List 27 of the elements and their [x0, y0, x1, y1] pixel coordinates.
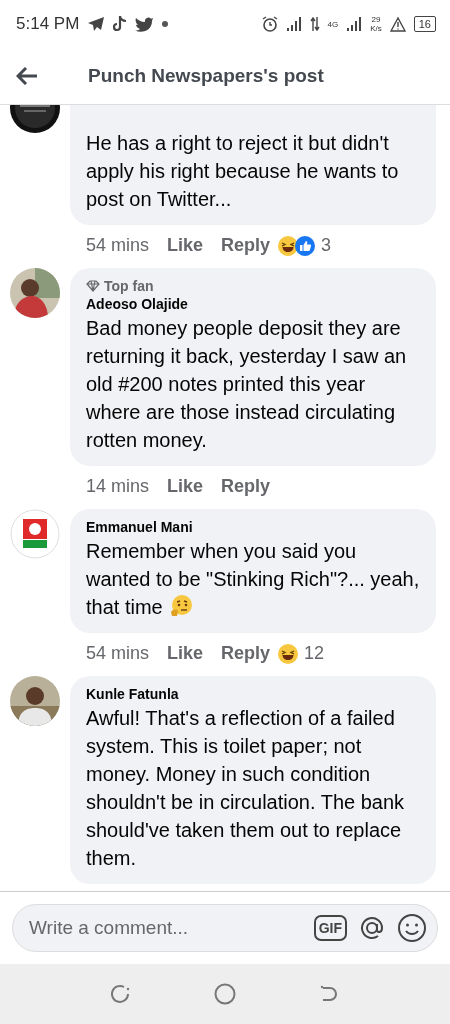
speed-value: 29	[371, 15, 381, 24]
reply-link[interactable]: Reply	[221, 643, 271, 664]
like-link[interactable]: Like	[167, 476, 204, 497]
comment-field[interactable]: Write a comment... GIF	[12, 904, 438, 952]
reaction-count: 12	[304, 643, 325, 664]
comment-text: Remember when you said you wanted to be "Stinking Rich"?... yeah, that time	[86, 540, 420, 618]
comment-text: Awful! That's a reflection of a failed system. This is toilet paper; not money. Money in such condition shouldn't be in circulation. The bank should've taken them out to replace them.	[86, 707, 405, 869]
status-time: 5:14 PM	[16, 14, 80, 34]
comment-author[interactable]: Emmanuel Mani	[86, 519, 420, 535]
comment-time: 54 mins	[86, 235, 150, 256]
comment-time: 14 mins	[86, 476, 150, 497]
comment-author[interactable]: Adeoso Olajide	[86, 296, 420, 312]
reply-link[interactable]: Reply	[221, 235, 271, 256]
like-link[interactable]: Like	[167, 643, 204, 664]
reaction-count: 3	[321, 235, 332, 256]
comment-time: 54 mins	[86, 643, 150, 664]
top-fan-label: Top fan	[104, 278, 154, 294]
like-link[interactable]: Like	[167, 235, 204, 256]
comment-text: He has a right to reject it but didn't apply his right because he wants to post on Twitter...	[86, 132, 399, 210]
comment-author[interactable]: Kunle Fatunla	[86, 686, 420, 702]
network-type: 4G	[327, 19, 339, 29]
reply-link[interactable]: Reply	[221, 476, 271, 497]
battery-level: 16	[413, 16, 436, 32]
gif-button[interactable]: GIF	[313, 915, 347, 941]
speed-unit: K/s	[370, 24, 382, 33]
post-title: Punch Newspapers's post	[88, 65, 324, 87]
comment-text: Bad money people deposit they are returning it back, yesterday I saw an old #200 notes printed this year where are those instead circulating rotten money.	[86, 317, 407, 451]
